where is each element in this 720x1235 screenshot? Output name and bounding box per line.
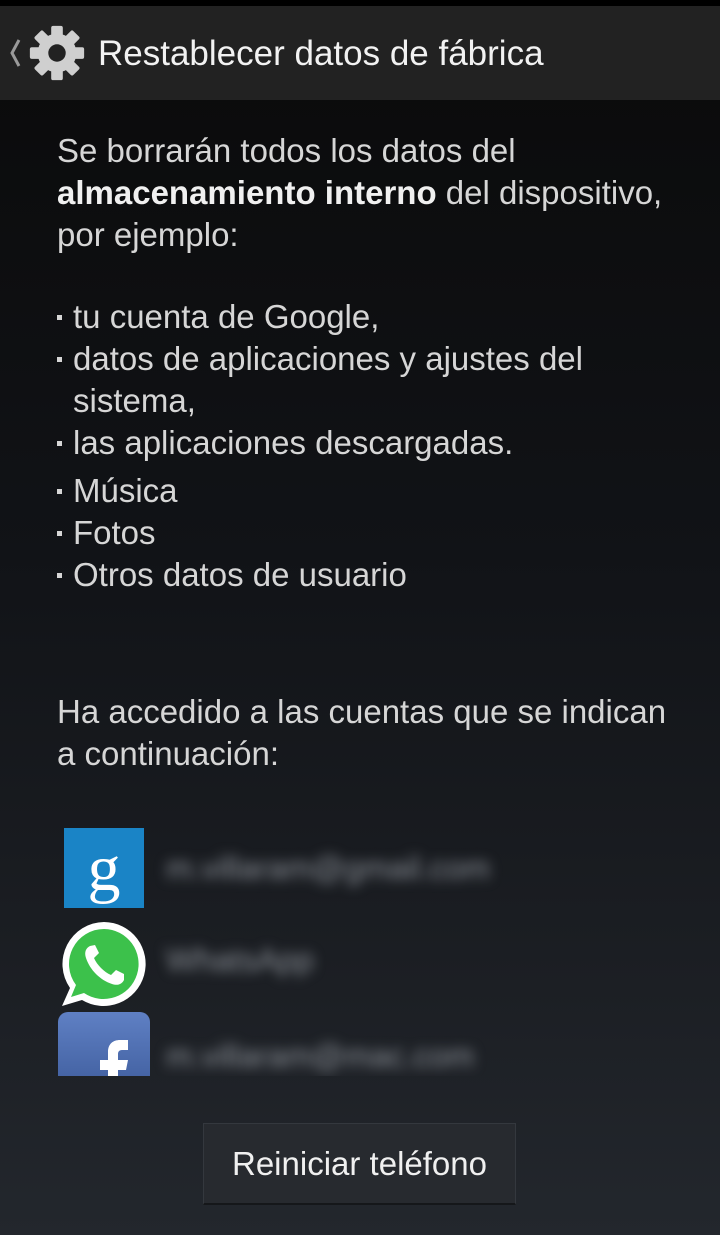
whatsapp-icon: [62, 922, 146, 1006]
intro-text: Se borrarán todos los datos del almacena…: [57, 130, 687, 256]
reset-phone-button[interactable]: Reiniciar teléfono: [203, 1123, 516, 1205]
accounts-intro-text: Ha accedido a las cuentas que se indican…: [57, 693, 667, 772]
gear-icon[interactable]: [26, 22, 88, 84]
google-icon: g: [64, 828, 144, 908]
warning-content: Se borrarán todos los datos del almacena…: [57, 130, 687, 596]
list-item: Otros datos de usuario: [57, 554, 687, 596]
list-item: Fotos: [57, 512, 687, 554]
list-item-account: g m.villaram@gmail.com: [56, 826, 656, 916]
list-item: datos de aplicaciones y ajustes del sist…: [57, 338, 687, 422]
list-item: las aplicaciones descargadas.: [57, 422, 687, 464]
facebook-icon: [58, 1012, 150, 1076]
list-item: tu cuenta de Google,: [57, 296, 687, 338]
data-list: tu cuenta de Google, datos de aplicacion…: [57, 296, 687, 596]
account-name: WhatsApp: [166, 942, 314, 978]
intro-text-bold: almacenamiento interno: [57, 174, 437, 211]
account-email: m.villaram@mac.com: [166, 1038, 475, 1074]
list-item-account: WhatsApp: [56, 916, 656, 1006]
factory-reset-screen: Restablecer datos de fábrica Se borrarán…: [0, 0, 720, 1235]
svg-text:g: g: [88, 832, 121, 905]
account-email: m.villaram@gmail.com: [166, 850, 491, 886]
list-item-account: m.villaram@mac.com: [56, 1012, 656, 1076]
accounts-list: g m.villaram@gmail.com WhatsApp m.villar…: [56, 826, 656, 1076]
action-bar: Restablecer datos de fábrica: [0, 6, 720, 100]
chevron-left-icon[interactable]: [8, 36, 22, 70]
intro-text-start: Se borrarán todos los datos del: [57, 132, 516, 169]
list-item: Música: [57, 470, 687, 512]
page-title[interactable]: Restablecer datos de fábrica: [98, 32, 544, 76]
